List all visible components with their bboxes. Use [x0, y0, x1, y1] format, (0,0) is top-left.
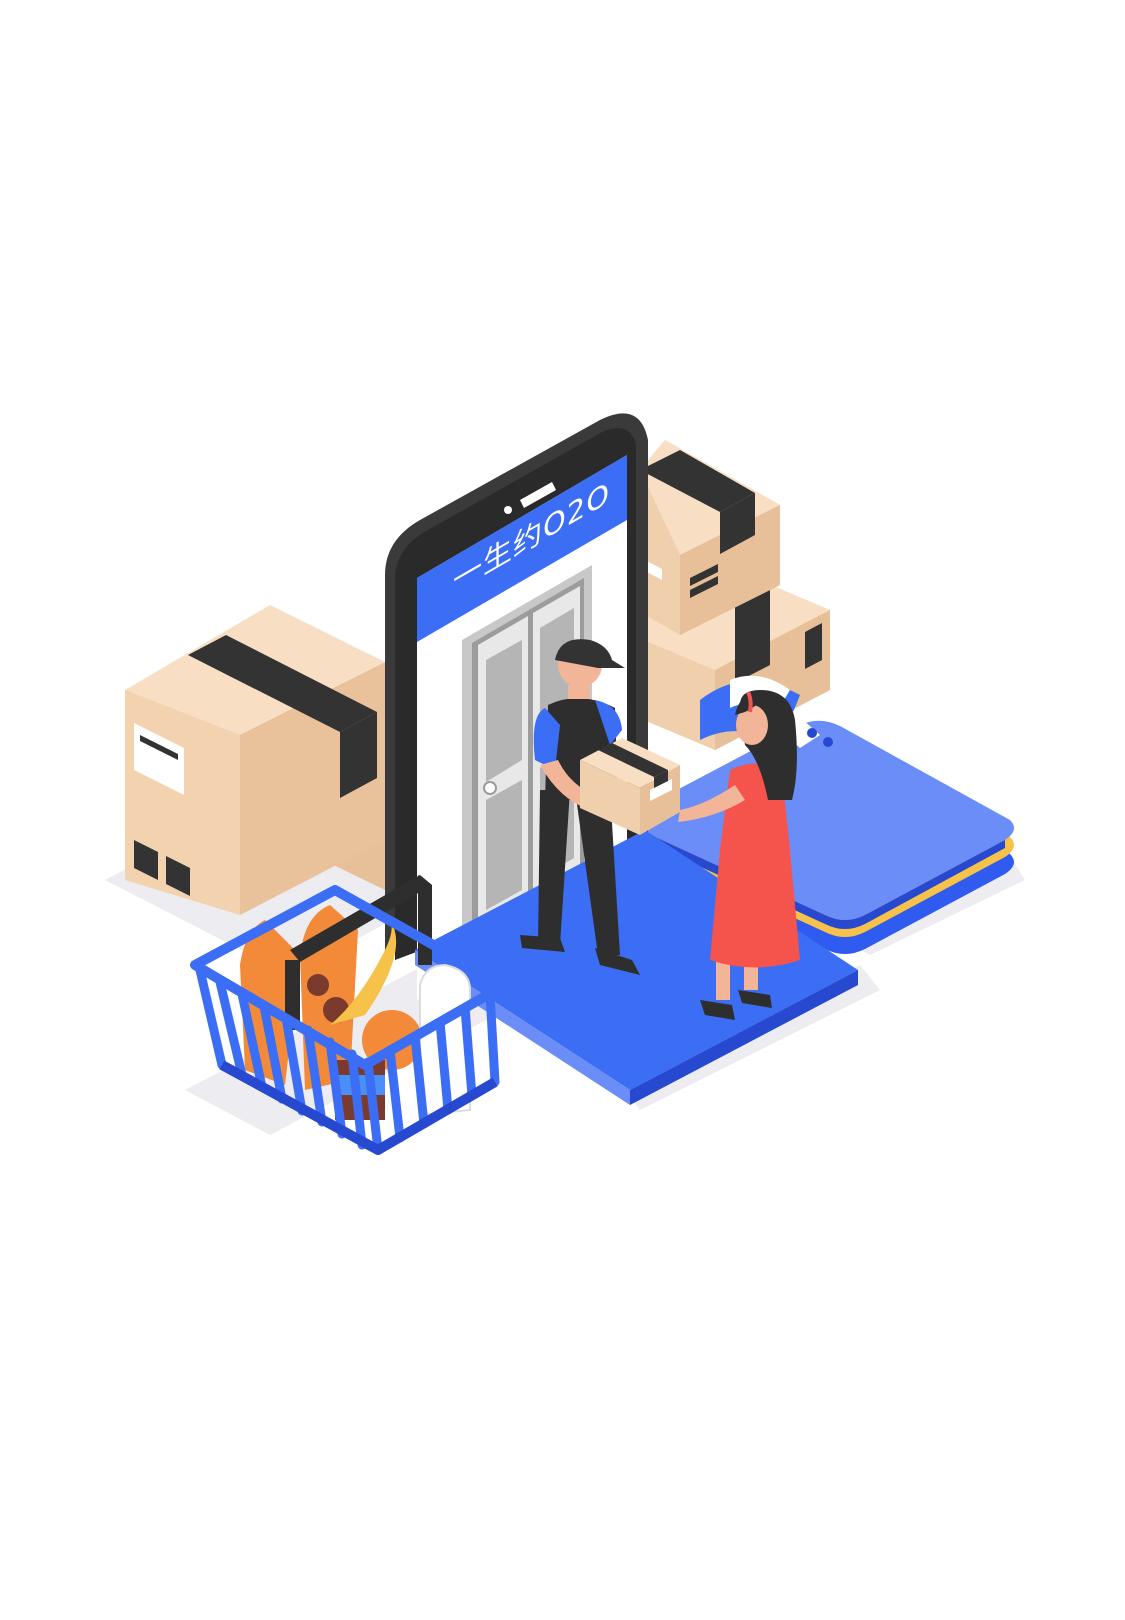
o2o-delivery-illustration: 一生约O2O: [105, 413, 1025, 1155]
large-cardboard-box: [125, 605, 385, 915]
illustration-canvas: 一生约O2O: [0, 0, 1125, 1620]
